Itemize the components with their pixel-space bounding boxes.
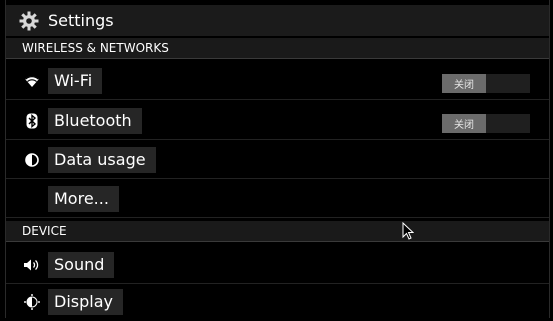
settings-window: Settings WIRELESS & NETWORKS Wi-Fi 关闭 Bl… [5,0,550,318]
settings-item-wifi[interactable]: Wi-Fi 关闭 [6,62,549,100]
page-title: Settings [48,11,114,30]
mouse-cursor-icon [402,222,414,240]
bluetooth-label: Bluetooth [48,107,142,134]
settings-item-sound[interactable]: Sound [6,246,549,284]
wifi-toggle-state: 关闭 [442,74,486,93]
title-bar: Settings [6,5,549,36]
settings-item-bluetooth[interactable]: Bluetooth 关闭 [6,102,549,140]
speaker-icon [22,255,42,275]
display-label: Display [48,289,123,315]
more-label: More... [48,185,119,212]
wifi-label: Wi-Fi [48,67,103,94]
data-usage-label: Data usage [48,146,156,173]
wifi-icon [22,71,42,91]
section-header-wireless: WIRELESS & NETWORKS [6,38,549,59]
settings-item-display[interactable]: Display [6,283,549,321]
settings-item-more[interactable]: More... [6,180,549,218]
sound-label: Sound [48,251,115,278]
section-header-device: DEVICE [6,221,549,242]
data-usage-icon [22,150,42,170]
settings-item-data-usage[interactable]: Data usage [6,141,549,179]
gear-icon [18,10,40,32]
bluetooth-icon [22,111,42,131]
wifi-toggle[interactable]: 关闭 [442,74,530,93]
brightness-icon [22,292,42,312]
bluetooth-toggle-state: 关闭 [442,114,486,133]
bluetooth-toggle[interactable]: 关闭 [442,114,530,133]
